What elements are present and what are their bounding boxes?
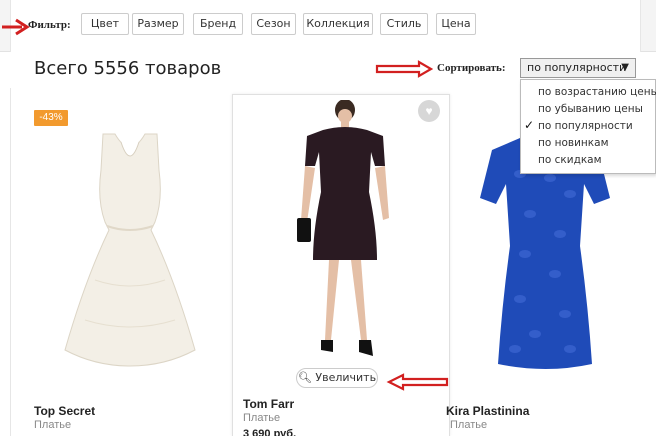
right-arrow-sort-icon [375, 60, 433, 78]
sort-option-price-desc[interactable]: по убыванию цены [538, 101, 643, 117]
zoom-button[interactable]: 🔍︎ Увеличить [296, 368, 378, 388]
product-type: Платье [34, 419, 72, 431]
filter-price-button[interactable]: Цена [436, 13, 476, 35]
filter-color-button[interactable]: Цвет [81, 13, 129, 35]
product-brand[interactable]: Kira Plastinina [446, 404, 529, 418]
grid-border [10, 88, 11, 436]
product-brand[interactable]: Tom Farr [243, 397, 294, 411]
sort-option-new[interactable]: по новинкам [538, 135, 609, 151]
product-brand[interactable]: Top Secret [34, 404, 95, 418]
filter-style-button[interactable]: Стиль [380, 13, 428, 35]
caret-down-icon: ▼ [621, 62, 629, 73]
filter-collection-button[interactable]: Коллекция [303, 13, 373, 35]
product-image-white-dress[interactable] [55, 130, 205, 370]
product-image-dark-dress[interactable] [285, 100, 405, 368]
product-type: Платье [243, 412, 281, 424]
heart-icon[interactable]: ♥ [418, 100, 440, 122]
filter-label: Фильтр: [28, 19, 71, 31]
sort-select[interactable]: по популярности ▼ [520, 58, 636, 78]
search-icon: 🔍︎ [297, 371, 312, 384]
filter-season-button[interactable]: Сезон [251, 13, 296, 35]
sort-selected-value: по популярности [527, 61, 627, 74]
product-type: Платье [450, 419, 488, 431]
sort-dropdown-menu: по возрастанию цены по убыванию цены ✓ п… [520, 79, 656, 174]
checkmark-icon: ✓ [524, 118, 535, 132]
filter-size-button[interactable]: Размер [132, 13, 184, 35]
sort-option-discount[interactable]: по скидкам [538, 152, 602, 168]
sort-option-price-asc[interactable]: по возрастанию цены [538, 84, 656, 100]
sort-option-popularity[interactable]: по популярности [538, 118, 633, 134]
left-arrow-filter-icon [2, 18, 30, 36]
zoom-label: Увеличить [315, 371, 377, 384]
total-count: Всего 5556 товаров [34, 58, 222, 79]
sort-label: Сортировать: [437, 62, 506, 74]
product-price: 3 690 руб. [243, 428, 297, 436]
left-arrow-zoom-icon [386, 373, 449, 391]
filter-brand-button[interactable]: Бренд [193, 13, 243, 35]
discount-badge: -43% [34, 110, 68, 126]
